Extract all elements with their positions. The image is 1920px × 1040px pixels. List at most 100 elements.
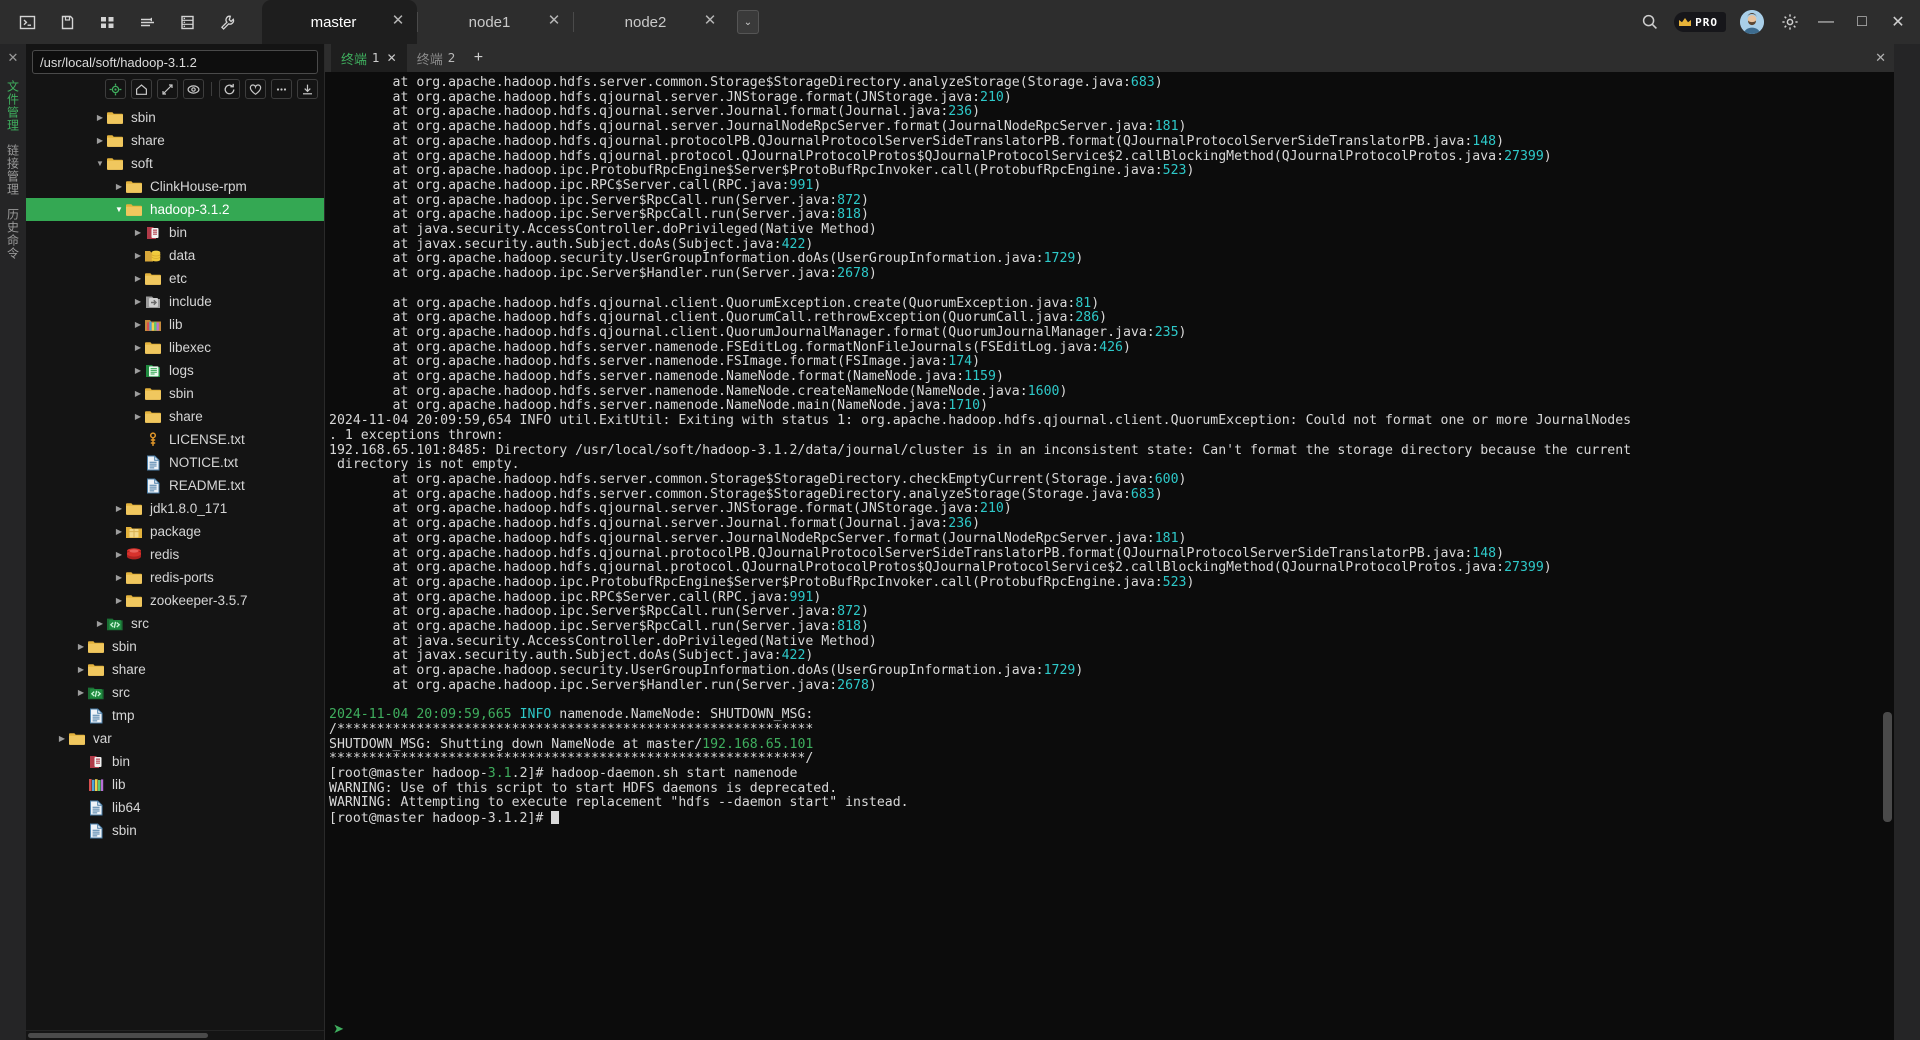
tree-item-redis-ports[interactable]: ▶ redis-ports — [26, 566, 324, 589]
tree-item-share[interactable]: ▶ share — [26, 405, 324, 428]
tree-item-readme.txt[interactable]: README.txt — [26, 474, 324, 497]
close-button[interactable]: ✕ — [1880, 0, 1916, 44]
chevron-right-icon[interactable]: ▶ — [132, 389, 144, 398]
path-input[interactable]: /usr/local/soft/hadoop-3.1.2 — [32, 50, 318, 74]
terminal-icon[interactable] — [14, 9, 40, 35]
more-icon[interactable] — [271, 79, 292, 99]
chevron-right-icon[interactable]: ▶ — [132, 343, 144, 352]
tab-close-icon[interactable]: ✕ — [699, 11, 721, 33]
tree-item-jdk1.8.0_171[interactable]: ▶ jdk1.8.0_171 — [26, 497, 324, 520]
home-icon[interactable] — [131, 79, 152, 99]
gear-icon[interactable] — [1772, 0, 1808, 44]
tree-item-lib[interactable]: lib — [26, 773, 324, 796]
hidden-files-icon[interactable] — [183, 79, 204, 99]
avatar[interactable] — [1740, 10, 1764, 34]
tree-item-license.txt[interactable]: LICENSE.txt — [26, 428, 324, 451]
chevron-right-icon[interactable]: ▶ — [132, 228, 144, 237]
tree-item-bin[interactable]: ▶ bin — [26, 221, 324, 244]
tree-item-soft[interactable]: ▼ soft — [26, 152, 324, 175]
tree-item-hadoop-3.1.2[interactable]: ▼ hadoop-3.1.2 — [26, 198, 324, 221]
grid-icon[interactable] — [94, 9, 120, 35]
tree-item-etc[interactable]: ▶ etc — [26, 267, 324, 290]
chevron-right-icon[interactable]: ▶ — [113, 550, 125, 559]
file-tree[interactable]: ▶ sbin ▶ share ▼ soft ▶ ClinkHouse-rpm ▼ hadoop-3… — [26, 102, 324, 1030]
tree-item-notice.txt[interactable]: NOTICE.txt — [26, 451, 324, 474]
chevron-right-icon[interactable]: ▶ — [132, 366, 144, 375]
tree-item-src[interactable]: ▶ src — [26, 612, 324, 635]
chevron-right-icon[interactable]: ▶ — [113, 182, 125, 191]
tree-item-tmp[interactable]: tmp — [26, 704, 324, 727]
terminal-tab-2[interactable]: 终端 2 — [407, 44, 466, 72]
tree-item-include[interactable]: ▶ include — [26, 290, 324, 313]
scrollbar-thumb[interactable] — [28, 1033, 208, 1038]
pro-badge[interactable]: PRO — [1674, 12, 1726, 32]
chevron-right-icon[interactable]: ▶ — [75, 688, 87, 697]
chevron-right-icon[interactable]: ▶ — [113, 504, 125, 513]
tree-item-zookeeper-3.5.7[interactable]: ▶ zookeeper-3.5.7 — [26, 589, 324, 612]
chevron-down-icon[interactable]: ▼ — [94, 159, 106, 168]
tree-item-data[interactable]: ▶ data — [26, 244, 324, 267]
maximize-button[interactable]: □ — [1844, 0, 1880, 44]
chevron-down-icon[interactable]: ⌄ — [737, 10, 759, 34]
chevron-right-icon[interactable]: ▶ — [113, 596, 125, 605]
new-terminal-tab-button[interactable]: + — [465, 49, 491, 67]
chevron-right-icon[interactable]: ▶ — [113, 573, 125, 582]
tab-node2[interactable]: node2 ✕ — [574, 0, 729, 44]
tree-item-redis[interactable]: ▶ redis — [26, 543, 324, 566]
chevron-right-icon[interactable]: ▶ — [75, 642, 87, 651]
tree-item-bin[interactable]: bin — [26, 750, 324, 773]
terminal-tab-close-icon[interactable]: ✕ — [387, 51, 397, 65]
tree-item-sbin[interactable]: sbin — [26, 819, 324, 842]
split-icon[interactable] — [134, 9, 160, 35]
tree-item-lib64[interactable]: lib64 — [26, 796, 324, 819]
terminal-panel-close-icon[interactable]: ✕ — [1875, 50, 1886, 66]
tree-item-lib[interactable]: ▶ lib — [26, 313, 324, 336]
minimize-button[interactable]: — — [1808, 0, 1844, 44]
rail-item-link-manager[interactable]: 链接管理 — [5, 138, 22, 202]
chevron-right-icon[interactable]: ▶ — [56, 734, 68, 743]
file-tree-hscrollbar[interactable] — [26, 1030, 324, 1040]
server-icon[interactable] — [174, 9, 200, 35]
rail-item-history[interactable]: 历史命令 — [5, 202, 22, 266]
wrench-icon[interactable] — [214, 9, 240, 35]
tree-item-share[interactable]: ▶ share — [26, 129, 324, 152]
tree-item-clinkhouse-rpm[interactable]: ▶ ClinkHouse-rpm — [26, 175, 324, 198]
chevron-right-icon[interactable]: ▶ — [132, 297, 144, 306]
download-icon[interactable] — [297, 79, 318, 99]
tab-close-icon[interactable]: ✕ — [543, 11, 565, 33]
terminal-output[interactable]: at org.apache.hadoop.hdfs.server.common.… — [325, 72, 1880, 1018]
chevron-right-icon[interactable]: ▶ — [113, 527, 125, 536]
favorite-icon[interactable] — [245, 79, 266, 99]
chevron-down-icon[interactable]: ▼ — [113, 205, 125, 214]
tab-master[interactable]: master ✕ — [262, 0, 417, 44]
chevron-right-icon[interactable]: ▶ — [132, 412, 144, 421]
terminal-tab-1[interactable]: 终端 1 ✕ — [331, 44, 407, 72]
file-icon[interactable] — [54, 9, 80, 35]
tree-item-var[interactable]: ▶ var — [26, 727, 324, 750]
tree-item-sbin[interactable]: ▶ sbin — [26, 106, 324, 129]
tab-node1[interactable]: node1 ✕ — [418, 0, 573, 44]
chevron-right-icon[interactable]: ▶ — [132, 274, 144, 283]
tree-item-src[interactable]: ▶ src — [26, 681, 324, 704]
tree-item-package[interactable]: ▶ package — [26, 520, 324, 543]
chevron-right-icon[interactable]: ▶ — [94, 619, 106, 628]
search-icon[interactable] — [1632, 0, 1668, 44]
close-icon[interactable]: ✕ — [8, 50, 19, 66]
tree-item-libexec[interactable]: ▶ libexec — [26, 336, 324, 359]
tree-item-sbin[interactable]: ▶ sbin — [26, 382, 324, 405]
tree-item-sbin[interactable]: ▶ sbin — [26, 635, 324, 658]
tab-close-icon[interactable]: ✕ — [387, 11, 409, 33]
chevron-right-icon[interactable]: ▶ — [94, 136, 106, 145]
tree-item-share[interactable]: ▶ share — [26, 658, 324, 681]
scrollbar-thumb[interactable] — [1883, 712, 1892, 822]
tree-item-logs[interactable]: ▶ logs — [26, 359, 324, 382]
chevron-right-icon[interactable]: ▶ — [94, 113, 106, 122]
collapse-icon[interactable] — [157, 79, 178, 99]
rail-item-file-manager[interactable]: 文件管理 — [5, 74, 22, 138]
chevron-right-icon[interactable]: ▶ — [75, 665, 87, 674]
chevron-right-icon[interactable]: ▶ — [132, 320, 144, 329]
locate-icon[interactable] — [105, 79, 126, 99]
terminal-vscrollbar[interactable] — [1880, 72, 1894, 1018]
chevron-right-icon[interactable]: ▶ — [132, 251, 144, 260]
refresh-icon[interactable] — [219, 79, 240, 99]
